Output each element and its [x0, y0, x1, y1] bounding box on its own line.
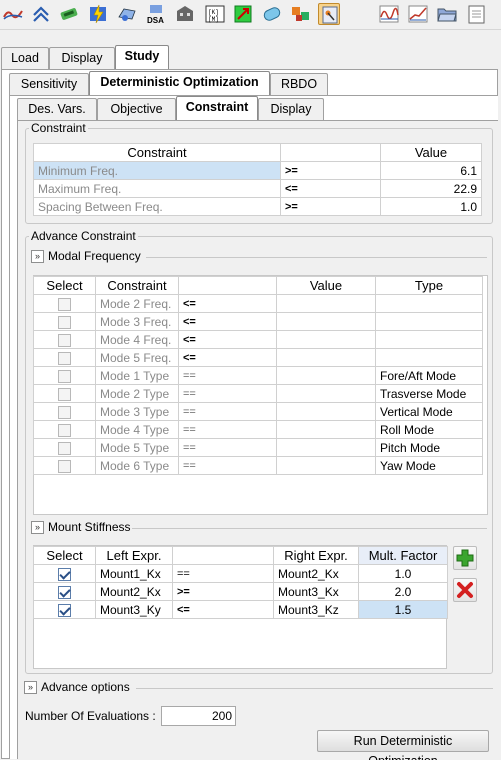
table-row: Mode 1 Type == Fore/Aft Mode	[33, 366, 483, 385]
constraint-group-title: Constraint	[29, 121, 88, 135]
collapse-advance-options-icon[interactable]: »	[24, 681, 37, 694]
dsa-icon[interactable]: DSA	[145, 3, 167, 25]
table-row: Mode 5 Freq. <=	[33, 348, 483, 367]
table-row: Maximum Freq. <= 22.9	[33, 179, 482, 198]
mount-table: Select Left Expr. Right Expr. Mult. Factor …	[33, 546, 448, 619]
table-row: Mode 4 Type == Roll Mode	[33, 420, 483, 439]
tab-sensitivity[interactable]: Sensitivity	[9, 73, 89, 95]
add-row-button[interactable]	[453, 546, 477, 570]
delete-icon	[457, 582, 473, 598]
table-row: Minimum Freq. >= 6.1	[33, 161, 482, 180]
advance-constraint-title: Advance Constraint	[29, 229, 138, 243]
tab-des-vars[interactable]: Des. Vars.	[17, 98, 97, 120]
value-cell[interactable]	[276, 312, 376, 331]
delete-row-button[interactable]	[453, 578, 477, 602]
collapse-mount-icon[interactable]: »	[31, 521, 44, 534]
mount-stiffness-title: Mount Stiffness	[48, 520, 131, 534]
tab-display-det[interactable]: Display	[258, 98, 324, 120]
det-opt-tabs: Des. Vars. Objective Constraint Display	[0, 96, 501, 120]
select-checkbox[interactable]	[58, 297, 71, 311]
chevrons-icon[interactable]	[30, 3, 52, 25]
table-row: Spacing Between Freq. >= 1.0	[33, 197, 482, 216]
value-cell[interactable]	[276, 330, 376, 349]
select-checkbox[interactable]	[58, 603, 71, 617]
line-chart-icon[interactable]	[407, 3, 429, 25]
tab-constraint[interactable]: Constraint	[176, 96, 258, 120]
run-deterministic-optimization-button[interactable]: Run Deterministic Optimization	[317, 730, 489, 760]
table-row: Mount1_Kx == Mount2_Kx 1.0	[33, 564, 448, 583]
tab-deterministic-optimization[interactable]: Deterministic Optimization	[89, 71, 270, 95]
resize-icon[interactable]	[232, 3, 254, 25]
select-checkbox[interactable]	[58, 585, 71, 599]
value-cell[interactable]	[276, 456, 376, 475]
select-checkbox[interactable]	[58, 405, 71, 419]
evaluations-label: Number Of Evaluations :	[25, 709, 156, 723]
table-row: Mode 6 Type == Yaw Mode	[33, 456, 483, 475]
select-checkbox[interactable]	[58, 315, 71, 329]
col-value: Value	[380, 143, 482, 162]
table-row: Mode 2 Freq. <=	[33, 294, 483, 313]
table-row: Mode 3 Freq. <=	[33, 312, 483, 331]
building-icon[interactable]	[174, 3, 196, 25]
value-cell[interactable]	[276, 420, 376, 439]
plus-icon	[456, 549, 474, 567]
table-row: Mode 2 Type == Trasverse Mode	[33, 384, 483, 403]
part-icon[interactable]	[116, 3, 138, 25]
select-checkbox[interactable]	[58, 423, 71, 437]
cylinder-icon[interactable]	[261, 3, 283, 25]
select-checkbox[interactable]	[58, 369, 71, 383]
hammer-icon[interactable]	[58, 3, 80, 25]
value-cell[interactable]	[276, 384, 376, 403]
table-row: Mount2_Kx >= Mount3_Kx 2.0	[33, 582, 448, 601]
select-checkbox[interactable]	[58, 351, 71, 365]
curve-icon[interactable]	[2, 3, 24, 25]
lightning-icon[interactable]	[87, 3, 109, 25]
tab-display[interactable]: Display	[49, 47, 115, 69]
table-row: Mode 4 Freq. <=	[33, 330, 483, 349]
table-row: Mount3_Ky <= Mount3_Kz 1.5	[33, 600, 448, 619]
select-checkbox[interactable]	[58, 459, 71, 473]
pin-icon[interactable]	[318, 3, 340, 25]
toolbar: DSA [K] [M]	[0, 0, 501, 30]
table-row: Mode 5 Type == Pitch Mode	[33, 438, 483, 457]
modal-frequency-title: Modal Frequency	[48, 249, 141, 263]
modal-table: Select Constraint Value Type Mode 2 Freq. <=…	[33, 276, 483, 475]
collapse-modal-icon[interactable]: »	[31, 250, 44, 263]
value-cell[interactable]	[276, 402, 376, 421]
cubes-icon[interactable]	[290, 3, 312, 25]
window-icon[interactable]	[465, 3, 487, 25]
wave-chart-icon[interactable]	[378, 3, 400, 25]
main-tabs: Load Display Study	[0, 45, 501, 69]
matrix-icon[interactable]: [K] [M]	[204, 3, 226, 25]
col-constraint: Constraint	[33, 143, 281, 162]
tab-load[interactable]: Load	[1, 47, 49, 69]
svg-text:[M]: [M]	[208, 16, 219, 23]
constraint-table: Constraint Value Minimum Freq. >= 6.1 Maxim…	[33, 143, 482, 216]
value-cell[interactable]	[276, 366, 376, 385]
table-row: Mode 3 Type == Vertical Mode	[33, 402, 483, 421]
advance-options-title: Advance options	[41, 680, 130, 694]
value-cell[interactable]	[276, 294, 376, 313]
evaluations-input[interactable]: 200	[161, 706, 236, 726]
select-checkbox[interactable]	[58, 387, 71, 401]
tab-objective[interactable]: Objective	[97, 98, 176, 120]
folder-icon[interactable]	[436, 3, 458, 25]
value-cell[interactable]	[276, 348, 376, 367]
select-checkbox[interactable]	[58, 333, 71, 347]
tab-rbdo[interactable]: RBDO	[270, 73, 328, 95]
select-checkbox[interactable]	[58, 441, 71, 455]
select-checkbox[interactable]	[58, 567, 71, 581]
tab-study[interactable]: Study	[115, 45, 169, 69]
svg-text:DSA: DSA	[147, 16, 164, 25]
value-cell[interactable]	[276, 438, 376, 457]
study-tabs: Sensitivity Deterministic Optimization R…	[0, 71, 501, 95]
svg-text:[K]: [K]	[208, 9, 219, 16]
